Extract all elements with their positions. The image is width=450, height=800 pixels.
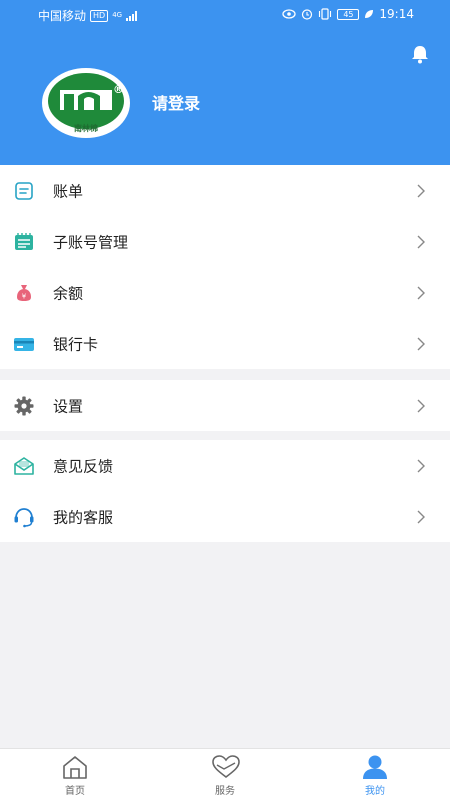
gear-icon xyxy=(14,396,34,415)
tab-mine[interactable]: 我的 xyxy=(335,749,415,800)
hd-badge: HD xyxy=(90,9,109,22)
menu-item-balance[interactable]: ¥ 余额 xyxy=(0,267,450,318)
menu-item-label: 子账号管理 xyxy=(53,233,129,251)
user-icon xyxy=(363,755,387,779)
chevron-right-icon xyxy=(417,337,425,350)
support-menu-group: 意见反馈 我的客服 xyxy=(0,440,450,542)
bill-icon xyxy=(15,181,33,200)
sub-account-icon xyxy=(15,232,33,250)
menu-item-label: 我的客服 xyxy=(53,508,114,526)
svg-text:¥: ¥ xyxy=(22,292,27,300)
eye-icon xyxy=(282,9,297,19)
tab-label: 首页 xyxy=(65,786,85,797)
menu-item-label: 设置 xyxy=(53,397,84,415)
menu-item-label: 意见反馈 xyxy=(53,457,114,475)
home-icon xyxy=(63,756,87,779)
account-menu-group: 账单 子账号管理 ¥ 余额 银行卡 xyxy=(0,165,450,369)
alarm-icon xyxy=(302,9,313,20)
signal-icon xyxy=(126,10,138,21)
network-type: 4G xyxy=(112,11,123,19)
bottom-tab-bar: 首页 服务 我的 xyxy=(0,748,450,800)
menu-item-label: 余额 xyxy=(53,284,84,302)
balance-icon: ¥ xyxy=(17,284,31,301)
carrier-name: 中国移动 xyxy=(38,9,87,23)
feedback-icon xyxy=(14,456,34,475)
chevron-right-icon xyxy=(417,286,425,299)
menu-item-sub-account[interactable]: 子账号管理 xyxy=(0,216,450,267)
chevron-right-icon xyxy=(417,399,425,412)
tab-label: 我的 xyxy=(365,786,385,797)
tab-home[interactable]: 首页 xyxy=(35,749,115,800)
menu-item-feedback[interactable]: 意见反馈 xyxy=(0,440,450,491)
company-logo[interactable]: 南林棉 xyxy=(42,68,130,138)
login-prompt[interactable]: 请登录 xyxy=(152,90,200,114)
menu-item-label: 银行卡 xyxy=(53,335,99,353)
tab-service[interactable]: 服务 xyxy=(185,749,265,800)
chevron-right-icon xyxy=(417,459,425,472)
profile-header: 中国移动 HD 4G 45 19:14 南林棉 ® 请登录 xyxy=(0,0,450,165)
clock: 19:14 xyxy=(379,7,414,21)
chevron-right-icon xyxy=(417,184,425,197)
menu-item-label: 账单 xyxy=(53,182,84,200)
heart-icon xyxy=(212,755,240,779)
chevron-right-icon xyxy=(417,510,425,523)
menu-item-settings[interactable]: 设置 xyxy=(0,380,450,431)
chevron-right-icon xyxy=(417,235,425,248)
battery-indicator: 45 xyxy=(337,8,360,20)
bank-card-icon xyxy=(14,337,34,351)
vibrate-icon xyxy=(319,8,332,20)
bell-icon[interactable] xyxy=(409,43,431,65)
tab-label: 服务 xyxy=(215,786,235,797)
status-bar: 中国移动 HD 4G 45 19:14 xyxy=(0,0,450,30)
registered-mark: ® xyxy=(113,83,124,96)
menu-item-bill[interactable]: 账单 xyxy=(0,165,450,216)
leaf-icon xyxy=(365,10,374,18)
menu-item-customer-service[interactable]: 我的客服 xyxy=(0,491,450,542)
settings-menu-group: 设置 xyxy=(0,380,450,431)
logo-text: 南林棉 xyxy=(74,124,98,133)
menu-item-bank-card[interactable]: 银行卡 xyxy=(0,318,450,369)
customer-service-icon xyxy=(14,507,34,527)
